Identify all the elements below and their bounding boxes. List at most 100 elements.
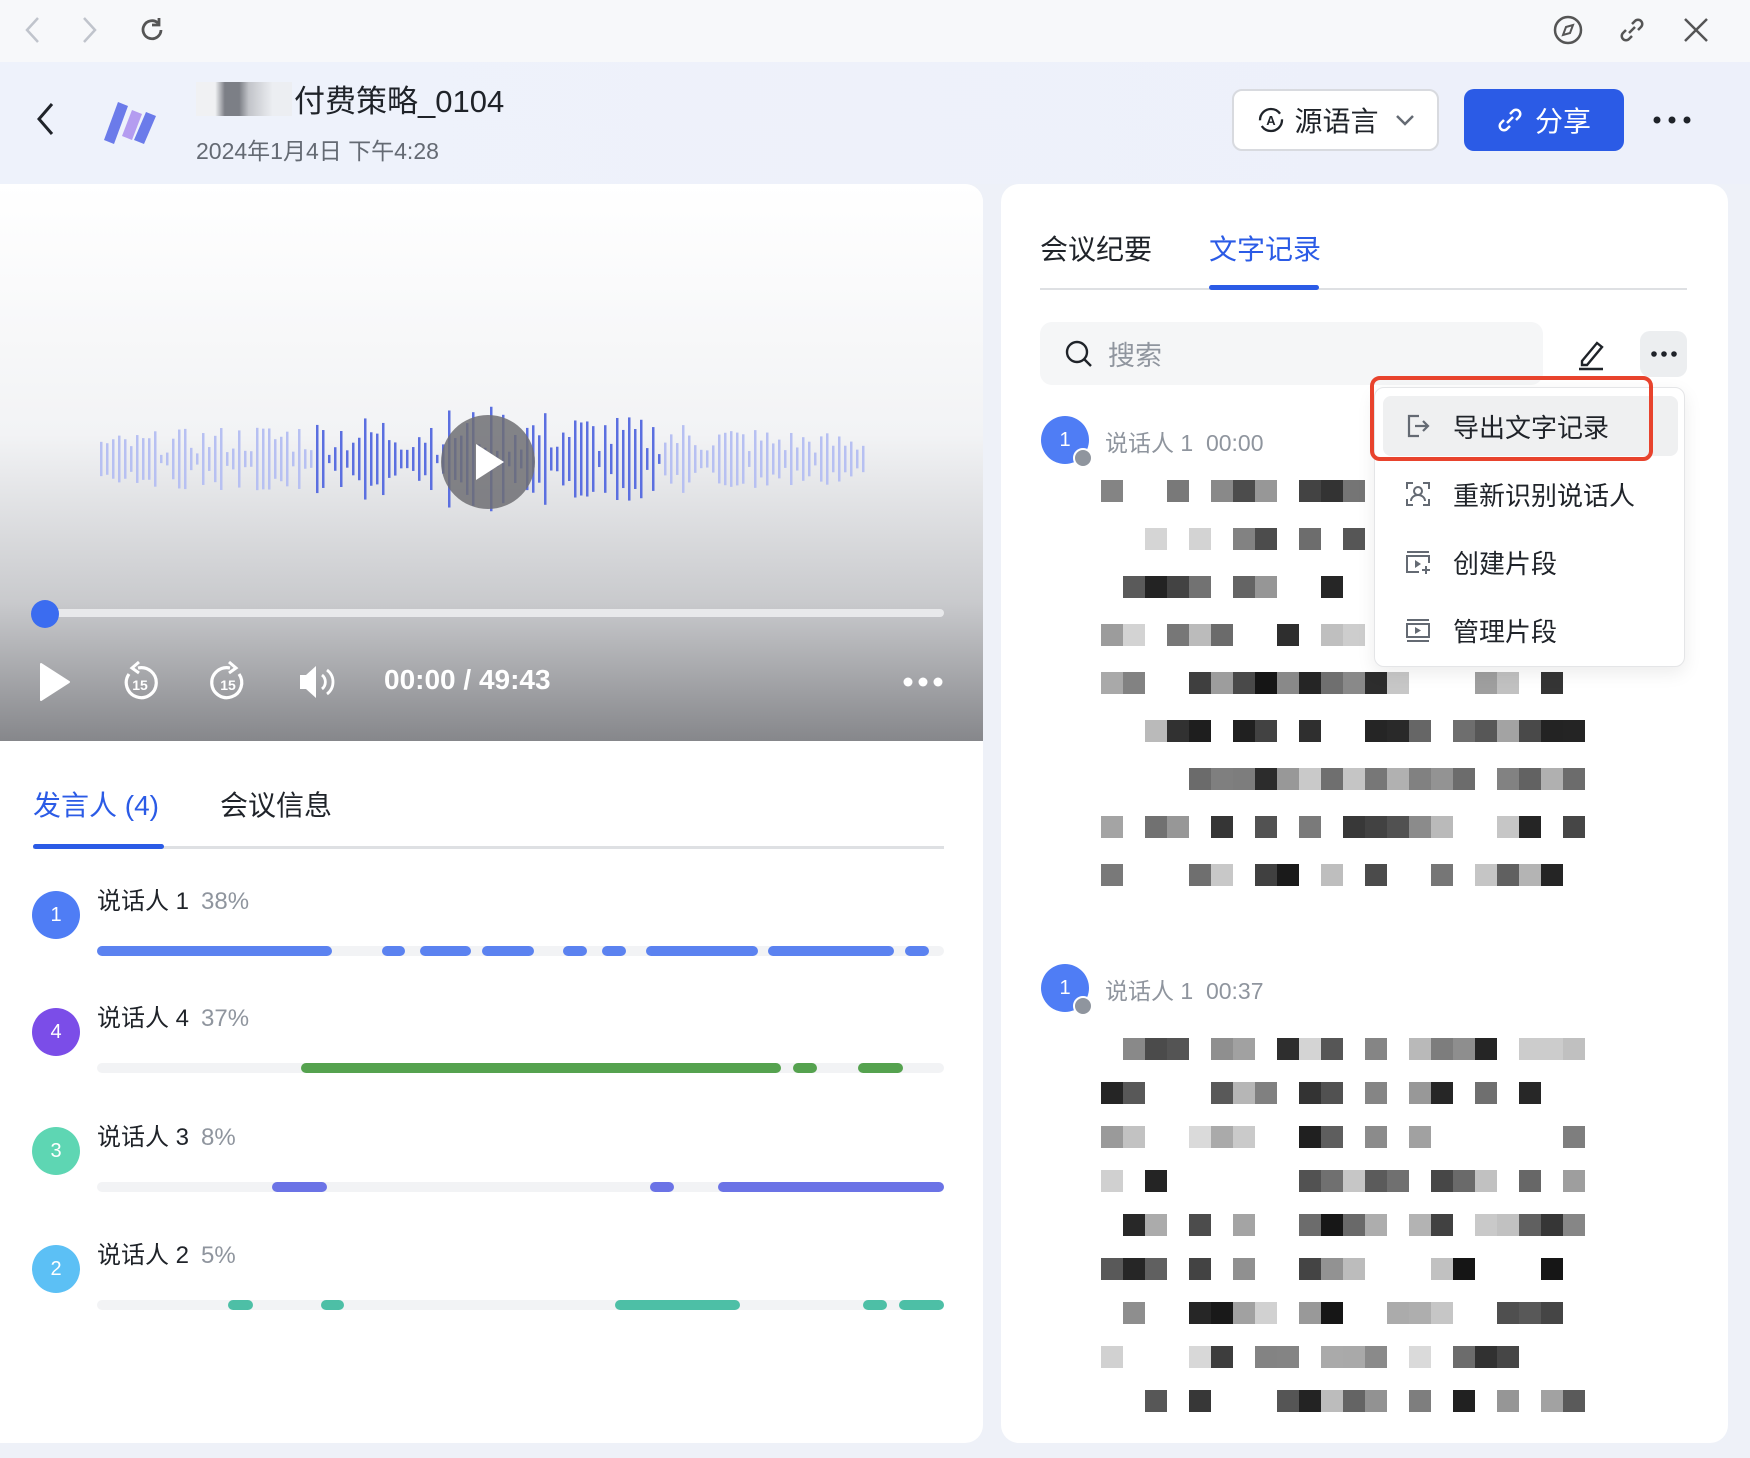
tab-meeting-info[interactable]: 会议信息: [220, 784, 332, 824]
redacted-text-block: [1233, 1258, 1255, 1280]
link-icon[interactable]: [1612, 8, 1652, 52]
speech-segment[interactable]: [905, 946, 929, 956]
waveform-bar: [748, 451, 751, 467]
forward-icon[interactable]: [70, 8, 110, 52]
speech-segment[interactable]: [614, 1300, 740, 1310]
speech-segment[interactable]: [899, 1300, 944, 1310]
redacted-text-block: [1299, 1302, 1321, 1324]
redacted-text-block: [1101, 480, 1123, 502]
speech-segment[interactable]: [862, 1300, 888, 1310]
waveform-bar: [328, 454, 331, 464]
search-placeholder: 搜索: [1108, 341, 1162, 371]
center-play-button[interactable]: [441, 415, 535, 509]
waveform-bar: [802, 437, 805, 481]
redacted-text-block: [1519, 816, 1541, 838]
redacted-text-block: [1277, 624, 1299, 646]
speech-segment[interactable]: [301, 1063, 781, 1073]
waveform-bar: [406, 449, 409, 469]
redacted-text-block: [1233, 672, 1255, 694]
redacted-text-block: [1365, 720, 1387, 742]
menu-item-manage-clips[interactable]: 管理片段: [1383, 600, 1678, 660]
reload-icon[interactable]: [132, 8, 172, 52]
speech-segment[interactable]: [645, 946, 758, 956]
redacted-text-block: [1387, 672, 1409, 694]
progress-knob[interactable]: [31, 600, 59, 628]
waveform-bar: [754, 430, 757, 488]
redacted-text-block: [1299, 528, 1321, 550]
redacted-text-block: [1167, 624, 1189, 646]
speech-segment[interactable]: [419, 946, 472, 956]
tab-speakers[interactable]: 发言人 (4): [33, 784, 159, 824]
redacted-text-block: [1387, 1170, 1409, 1192]
speech-segment[interactable]: [228, 1300, 253, 1310]
speech-segment[interactable]: [321, 1300, 345, 1310]
rewind-15-icon[interactable]: 15: [118, 658, 162, 706]
waveform-bar: [718, 434, 721, 484]
waveform-bar: [838, 436, 841, 482]
browser-toolbar: [0, 0, 1750, 62]
speech-segment[interactable]: [382, 946, 406, 956]
share-label: 分享: [1534, 106, 1591, 137]
redacted-text-block: [1519, 768, 1541, 790]
svg-text:15: 15: [220, 677, 236, 693]
redacted-text-block: [1321, 576, 1343, 598]
waveform-bar: [766, 432, 769, 486]
compass-icon[interactable]: [1548, 8, 1588, 52]
redacted-text-block: [1255, 528, 1277, 550]
svg-text:A: A: [1267, 113, 1277, 128]
waveform-bar: [796, 447, 799, 471]
forward-15-icon[interactable]: 15: [206, 658, 250, 706]
speech-segment[interactable]: [481, 946, 535, 956]
speech-segment[interactable]: [650, 1182, 674, 1192]
speaker-timeline[interactable]: [97, 1063, 944, 1073]
redacted-text-block: [1277, 672, 1299, 694]
redacted-text-block: [1387, 720, 1409, 742]
progress-bar[interactable]: [31, 609, 944, 617]
back-arrow-icon[interactable]: [30, 96, 60, 142]
redacted-text-block: [1519, 1170, 1541, 1192]
menu-item-reidentify-speakers[interactable]: 重新识别说话人: [1383, 464, 1678, 524]
edit-pencil-icon[interactable]: [1571, 330, 1611, 378]
speech-segment[interactable]: [97, 946, 333, 956]
play-icon[interactable]: [34, 658, 74, 706]
redacted-text-block: [1255, 1082, 1277, 1104]
speech-segment[interactable]: [562, 946, 587, 956]
redacted-text-block: [1497, 1302, 1519, 1324]
redacted-text-block: [1255, 864, 1277, 886]
redacted-text-block: [1189, 1214, 1211, 1236]
waveform-bar: [280, 436, 283, 482]
speech-segment[interactable]: [793, 1063, 817, 1073]
menu-item-create-clip[interactable]: 创建片段: [1383, 532, 1678, 592]
redacted-text-block: [1365, 1390, 1387, 1412]
transcript-more-button[interactable]: [1640, 331, 1687, 377]
speaker-avatar[interactable]: 1: [1041, 416, 1093, 468]
source-language-button[interactable]: A 源语言: [1232, 89, 1439, 151]
speaker-timeline[interactable]: [97, 1182, 944, 1192]
redacted-text-block: [1343, 816, 1365, 838]
speech-segment[interactable]: [767, 946, 894, 956]
redacted-text-block: [1409, 1346, 1431, 1368]
speech-segment[interactable]: [857, 1063, 904, 1073]
tab-transcript[interactable]: 文字记录: [1209, 228, 1321, 268]
svg-text:15: 15: [132, 677, 148, 693]
speaker-avatar[interactable]: 1: [1041, 964, 1093, 1016]
redacted-text-block: [1255, 816, 1277, 838]
more-icon[interactable]: [1650, 98, 1694, 142]
redacted-text-block: [1299, 816, 1321, 838]
speech-segment[interactable]: [272, 1182, 328, 1192]
player-more-icon[interactable]: [900, 662, 946, 702]
waveform-bar: [688, 435, 691, 483]
waveform-bar: [646, 448, 649, 470]
speaker-timeline[interactable]: [97, 1300, 944, 1310]
speech-segment[interactable]: [717, 1182, 944, 1192]
speech-segment[interactable]: [601, 946, 626, 956]
share-button[interactable]: 分享: [1464, 89, 1624, 151]
back-icon[interactable]: [12, 8, 52, 52]
tab-summary[interactable]: 会议纪要: [1040, 228, 1152, 268]
waveform-bar: [784, 450, 787, 468]
redacted-text-block: [1343, 768, 1365, 790]
close-icon[interactable]: [1676, 8, 1716, 52]
speaker-timeline[interactable]: [97, 946, 944, 956]
volume-icon[interactable]: [294, 658, 338, 706]
redacted-text-block: [1431, 1170, 1453, 1192]
